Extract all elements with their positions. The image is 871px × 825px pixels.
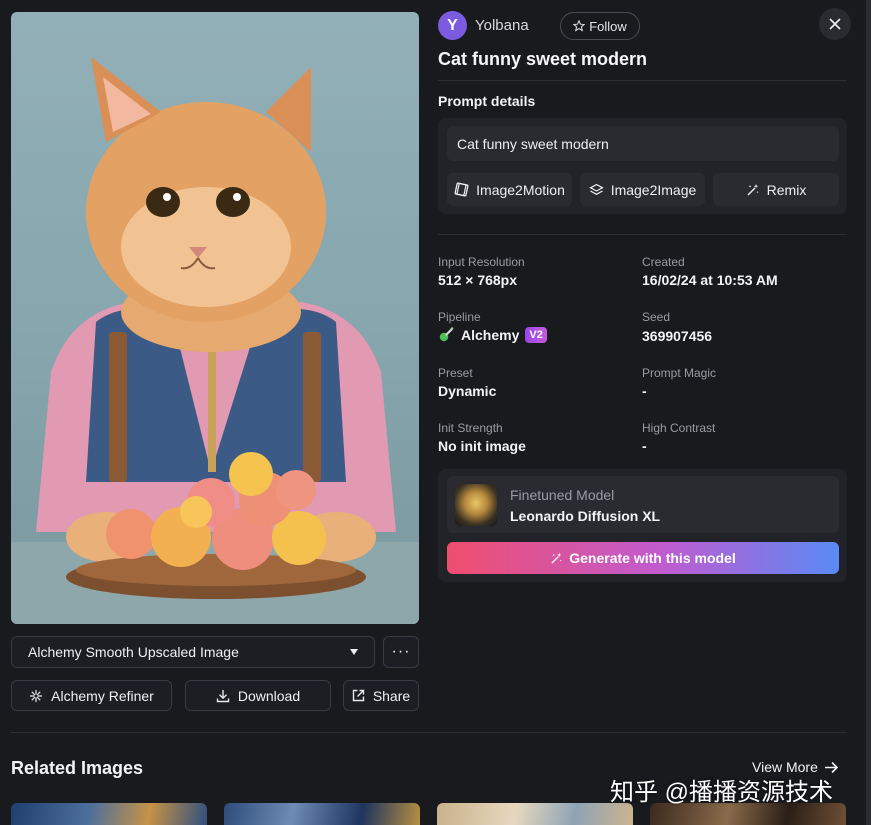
related-image-thumb[interactable] xyxy=(224,803,420,825)
avatar[interactable]: Y xyxy=(438,11,467,40)
preset-value: Dynamic xyxy=(438,383,497,399)
image2image-label: Image2Image xyxy=(610,181,697,198)
watermark: 知乎 @播播资源技术 xyxy=(610,779,834,806)
seed-value[interactable]: 369907456 xyxy=(642,328,712,344)
caret-down-icon xyxy=(350,649,358,655)
seed-label: Seed xyxy=(642,310,671,324)
alchemy-flask-icon xyxy=(439,327,454,342)
model-info[interactable] xyxy=(447,476,839,533)
share-icon xyxy=(352,689,365,702)
input-resolution-label: Input Resolution xyxy=(438,255,525,269)
related-image-thumb[interactable] xyxy=(437,803,633,825)
pipeline-label: Pipeline xyxy=(438,310,481,324)
generate-label: Generate with this model xyxy=(569,550,736,566)
share-label: Share xyxy=(372,687,411,704)
created-value: 16/02/24 at 10:53 AM xyxy=(642,272,778,288)
remix-label: Remix xyxy=(766,181,807,198)
preset-label: Preset xyxy=(438,366,473,380)
prompt-magic-label: Prompt Magic xyxy=(642,366,717,380)
more-options-button[interactable]: ··· xyxy=(383,636,419,668)
init-strength-value: No init image xyxy=(438,438,526,454)
alchemy-refiner-button[interactable]: Alchemy Refiner xyxy=(11,680,172,711)
cat-illustration xyxy=(11,57,419,624)
pipeline-name: Alchemy xyxy=(461,326,520,343)
follow-button[interactable]: Follow xyxy=(560,12,640,40)
generate-with-model-button[interactable]: Generate with this model xyxy=(447,542,839,574)
remix-button[interactable]: Remix xyxy=(713,173,839,206)
prompt-details-title: Prompt details xyxy=(438,93,536,109)
alchemy-refiner-label: Alchemy Refiner xyxy=(51,687,154,704)
download-label: Download xyxy=(237,687,301,704)
divider xyxy=(11,732,847,733)
film-icon xyxy=(454,182,469,197)
scrollbar[interactable] xyxy=(866,0,871,825)
page-title: Cat funny sweet modern xyxy=(438,49,648,69)
image2motion-label: Image2Motion xyxy=(476,181,565,198)
pipeline-value: Alchemy V2 xyxy=(438,326,547,343)
finetuned-model-label: Finetuned Model xyxy=(510,487,615,503)
magic-wand-icon xyxy=(551,552,562,564)
close-icon xyxy=(829,18,841,30)
related-images-title: Related Images xyxy=(11,758,144,778)
layers-icon xyxy=(588,183,604,195)
created-label: Created xyxy=(642,255,685,269)
upscale-select[interactable]: Alchemy Smooth Upscaled Image xyxy=(11,636,375,668)
high-contrast-value: - xyxy=(642,438,647,454)
divider xyxy=(438,80,847,81)
upscale-select-value: Alchemy Smooth Upscaled Image xyxy=(28,644,239,660)
high-contrast-label: High Contrast xyxy=(642,421,716,435)
close-button[interactable] xyxy=(819,8,851,40)
model-name: Leonardo Diffusion XL xyxy=(510,508,661,524)
star-icon xyxy=(573,20,586,32)
init-strength-label: Init Strength xyxy=(438,421,503,435)
share-button[interactable]: Share xyxy=(343,680,419,711)
prompt-magic-value: - xyxy=(642,383,647,399)
magic-wand-icon xyxy=(747,183,759,195)
download-button[interactable]: Download xyxy=(185,680,331,711)
model-thumbnail xyxy=(455,484,497,526)
download-icon xyxy=(216,689,230,702)
refiner-icon xyxy=(30,689,43,702)
version-badge: V2 xyxy=(525,326,547,343)
input-resolution-value: 512 × 768px xyxy=(438,272,518,288)
prompt-text[interactable]: Cat funny sweet modern xyxy=(447,126,839,161)
username[interactable]: Yolbana xyxy=(475,17,529,34)
divider xyxy=(438,234,847,235)
follow-label: Follow xyxy=(589,18,627,34)
image2image-button[interactable]: Image2Image xyxy=(580,173,705,206)
more-icon: ··· xyxy=(391,643,411,660)
image2motion-button[interactable]: Image2Motion xyxy=(447,173,572,206)
generated-image[interactable] xyxy=(11,12,419,624)
related-image-thumb[interactable] xyxy=(11,803,207,825)
